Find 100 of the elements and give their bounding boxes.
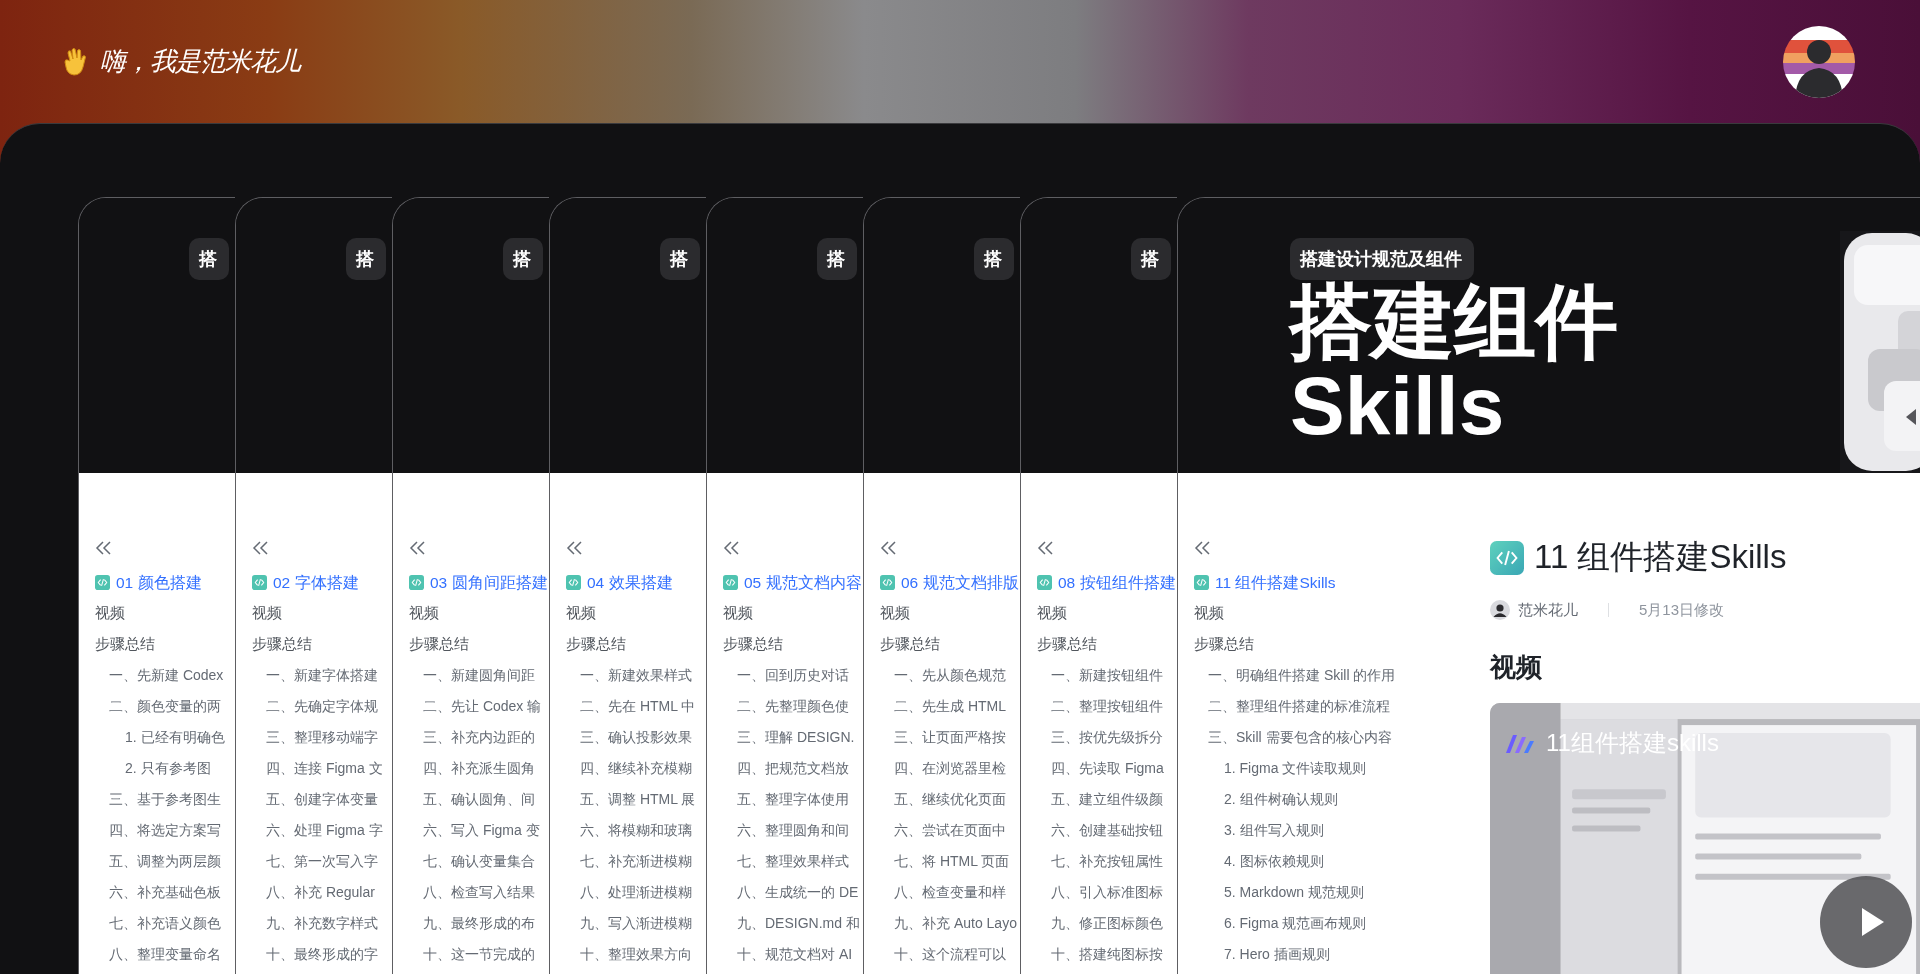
toc-title-link[interactable]: 08 按钮组件搭建 [1037, 567, 1176, 598]
toc-link[interactable]: 视频 [723, 598, 753, 629]
toc-link[interactable]: 二、先让 Codex 输 [409, 691, 542, 722]
toc-link[interactable]: 八、检查写入结果 [409, 877, 535, 908]
toc-title-link[interactable]: 06 规范文档排版 [880, 567, 1019, 598]
toc-link[interactable]: 一、回到历史对话 [723, 660, 849, 691]
toc-title-link[interactable]: 02 字体搭建 [252, 567, 359, 598]
collapse-button[interactable] [1194, 541, 1212, 557]
toc-link[interactable]: 三、基于参考图生 [95, 784, 221, 815]
toc-link[interactable]: 五、整理字体使用 [723, 784, 849, 815]
toc-link[interactable]: 三、理解 DESIGN. [723, 722, 855, 753]
toc-link[interactable]: 视频 [566, 598, 596, 629]
collapse-button[interactable] [409, 541, 427, 557]
toc-link[interactable]: 四、连接 Figma 文 [252, 753, 383, 784]
toc-link[interactable]: 六、处理 Figma 字 [252, 815, 383, 846]
toc-link[interactable]: 十、这一节完成的 [409, 939, 535, 970]
toc-link[interactable]: 视频 [252, 598, 282, 629]
toc-link[interactable]: 视频 [409, 598, 439, 629]
toc-link[interactable]: 十、这个流程可以 [880, 939, 1006, 970]
toc-link[interactable]: 五、建立组件级颜 [1037, 784, 1163, 815]
toc-link[interactable]: 四、把规范文档放 [723, 753, 849, 784]
toc-link[interactable]: 七、补充语义颜色 [95, 908, 221, 939]
toc-link[interactable]: 一、新建效果样式 [566, 660, 692, 691]
toc-link[interactable]: 1. Figma 文件读取规则 [1194, 753, 1367, 784]
toc-link[interactable]: 九、最终形成的布 [409, 908, 535, 939]
toc-link[interactable]: 视频 [1037, 598, 1067, 629]
toc-link[interactable]: 四、补充派生圆角 [409, 753, 535, 784]
toc-link[interactable]: 步骤总结 [1194, 629, 1254, 660]
toc-link[interactable]: 七、补充渐进模糊 [566, 846, 692, 877]
toc-link[interactable]: 三、整理移动端字 [252, 722, 378, 753]
toc-link[interactable]: 步骤总结 [566, 629, 626, 660]
toc-link[interactable]: 2. 只有参考图 [95, 753, 211, 784]
toc-link[interactable]: 视频 [95, 598, 125, 629]
toc-link[interactable]: 七、将 HTML 页面 [880, 846, 1010, 877]
toc-title-link[interactable]: 01 颜色搭建 [95, 567, 202, 598]
toc-link[interactable]: 五、继续优化页面 [880, 784, 1006, 815]
toc-link[interactable]: 六、创建基础按钮 [1037, 815, 1163, 846]
toc-link[interactable]: 步骤总结 [252, 629, 312, 660]
toc-link[interactable]: 八、整理变量命名 [95, 939, 221, 970]
toc-link[interactable]: 十、整理效果方向 [566, 939, 692, 970]
toc-link[interactable]: 八、补充 Regular [252, 877, 375, 908]
toc-link[interactable]: 五、调整 HTML 展 [566, 784, 696, 815]
toc-link[interactable]: 二、颜色变量的两 [95, 691, 221, 722]
toc-link[interactable]: 六、整理圆角和间 [723, 815, 849, 846]
toc-link[interactable]: 九、补充数字样式 [252, 908, 378, 939]
toc-link[interactable]: 六、尝试在页面中 [880, 815, 1006, 846]
toc-link[interactable]: 十、搭建纯图标按 [1037, 939, 1163, 970]
toc-link[interactable]: 二、整理按钮组件 [1037, 691, 1163, 722]
toc-link[interactable]: 视频 [1194, 598, 1224, 629]
toc-link[interactable]: 七、补充按钮属性 [1037, 846, 1163, 877]
toc-link[interactable]: 一、新建圆角间距 [409, 660, 535, 691]
toc-link[interactable]: 二、先整理颜色使 [723, 691, 849, 722]
toc-link[interactable]: 五、创建字体变量 [252, 784, 378, 815]
toc-link[interactable]: 7. Hero 插画规则 [1194, 939, 1330, 970]
toc-link[interactable]: 七、整理效果样式 [723, 846, 849, 877]
toc-link[interactable]: 四、在浏览器里检 [880, 753, 1006, 784]
collapse-button[interactable] [880, 541, 898, 557]
toc-link[interactable]: 5. Markdown 规范规则 [1194, 877, 1365, 908]
collapse-button[interactable] [723, 541, 741, 557]
toc-link[interactable]: 九、DESIGN.md 和 [723, 908, 860, 939]
toc-link[interactable]: 步骤总结 [723, 629, 783, 660]
toc-link[interactable]: 三、让页面严格按 [880, 722, 1006, 753]
toc-link[interactable]: 六、将模糊和玻璃 [566, 815, 692, 846]
toc-link[interactable]: 一、明确组件搭建 Skill 的作用 [1194, 660, 1396, 691]
collapse-button[interactable] [95, 541, 113, 557]
toc-link[interactable]: 八、处理渐进模糊 [566, 877, 692, 908]
toc-link[interactable]: 五、调整为两层颜 [95, 846, 221, 877]
toc-link[interactable]: 八、引入标准图标 [1037, 877, 1163, 908]
toc-link[interactable]: 六、写入 Figma 变 [409, 815, 540, 846]
toc-link[interactable]: 二、先在 HTML 中 [566, 691, 696, 722]
toc-link[interactable]: 二、先确定字体规 [252, 691, 378, 722]
toc-link[interactable]: 十、规范文档对 AI [723, 939, 853, 970]
toc-link[interactable]: 一、先新建 Codex [95, 660, 224, 691]
toc-link[interactable]: 三、按优先级拆分 [1037, 722, 1163, 753]
toc-link[interactable]: 六、补充基础色板 [95, 877, 221, 908]
toc-link[interactable]: 一、新建字体搭建 [252, 660, 378, 691]
toc-link[interactable]: 九、补充 Auto Layo [880, 908, 1017, 939]
toc-link[interactable]: 视频 [880, 598, 910, 629]
toc-link[interactable]: 三、补充内边距的 [409, 722, 535, 753]
toc-link[interactable]: 4. 图标依赖规则 [1194, 846, 1324, 877]
toc-link[interactable]: 一、先从颜色规范 [880, 660, 1006, 691]
toc-link[interactable]: 步骤总结 [95, 629, 155, 660]
toc-link[interactable]: 七、确认变量集合 [409, 846, 535, 877]
toc-title-link[interactable]: 11 组件搭建Skills [1194, 567, 1336, 598]
toc-title-link[interactable]: 03 圆角间距搭建 [409, 567, 548, 598]
toc-link[interactable]: 八、生成统一的 DE [723, 877, 859, 908]
toc-link[interactable]: 四、将选定方案写 [95, 815, 221, 846]
toc-title-link[interactable]: 05 规范文档内容 [723, 567, 862, 598]
toc-link[interactable]: 九、修正图标颜色 [1037, 908, 1163, 939]
toc-link[interactable]: 步骤总结 [409, 629, 469, 660]
toc-link[interactable]: 九、写入渐进模糊 [566, 908, 692, 939]
toc-link[interactable]: 二、整理组件搭建的标准流程 [1194, 691, 1390, 722]
toc-link[interactable]: 2. 组件树确认规则 [1194, 784, 1338, 815]
toc-link[interactable]: 步骤总结 [1037, 629, 1097, 660]
toc-link[interactable]: 3. 组件写入规则 [1194, 815, 1324, 846]
toc-link[interactable]: 三、Skill 需要包含的核心内容 [1194, 722, 1392, 753]
toc-link[interactable]: 三、确认投影效果 [566, 722, 692, 753]
toc-link[interactable]: 1. 已经有明确色 [95, 722, 225, 753]
toc-title-link[interactable]: 04 效果搭建 [566, 567, 673, 598]
toc-link[interactable]: 四、继续补充模糊 [566, 753, 692, 784]
